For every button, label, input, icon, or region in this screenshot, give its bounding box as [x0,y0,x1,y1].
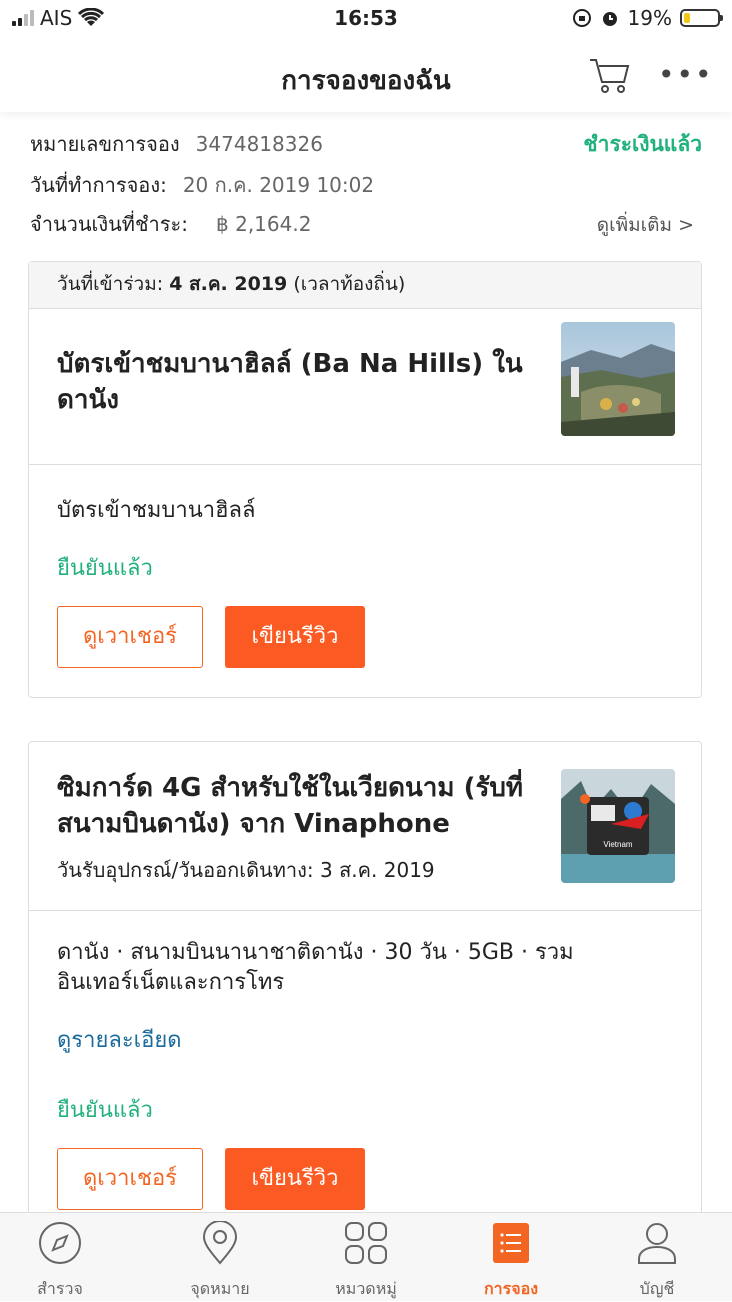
navigation-bar: การจองของฉัน ••• [0,40,732,112]
battery-icon [680,9,723,27]
map-pin-icon [202,1221,238,1265]
item-title[interactable]: ซิมการ์ด 4G สำหรับใช้ในเวียดนาม (รับที่ … [57,770,527,842]
card-divider [29,464,701,465]
tab-label: บัญชี [639,1279,675,1298]
bookings-list-icon [493,1223,529,1263]
tab-label: การจอง [483,1279,539,1298]
booking-amount-label: จำนวนเงินที่ชำระ: [30,212,189,236]
rotation-lock-icon [572,9,591,27]
tab-label: สำรวจ [37,1279,83,1298]
view-voucher-button[interactable]: ดูเวาเชอร์ [57,1148,203,1210]
compass-icon [39,1222,81,1264]
date-label: วันที่เข้าร่วม: [57,273,164,295]
battery-percent: 19% [627,6,672,30]
package-name: บัตรเข้าชมบานาฮิลล์ [57,498,256,523]
tab-explore[interactable]: สำรวจ [0,1213,120,1301]
more-icon[interactable]: ••• [658,60,712,90]
status-bar: AIS 16:53 19% [0,0,732,40]
item-thumbnail[interactable] [561,322,675,436]
tab-bar: สำรวจ จุดหมาย หมวดหมู่ การจอง บัญชี [0,1212,732,1301]
alarm-icon [602,12,617,26]
confirmation-status: ยืนยันแล้ว [57,1098,153,1123]
view-more-link[interactable]: ดูเพิ่มเติม > [597,210,694,240]
status-right: 19% [572,6,723,30]
confirmation-status: ยืนยันแล้ว [57,556,153,581]
view-details-link[interactable]: ดูรายละเอียด [57,1022,182,1057]
booking-item-card: วันที่เข้าร่วม: 4 ส.ค. 2019 (เวลาท้องถิ่… [28,261,702,698]
item-title[interactable]: บัตรเข้าชมบานาฮิลล์ (Ba Na Hills) ใน ดาน… [57,346,527,418]
booking-date: 20 ก.ค. 2019 10:02 [182,173,375,197]
booking-item-card: ซิมการ์ด 4G สำหรับใช้ในเวียดนาม (รับที่ … [28,741,702,1221]
date-value: 4 ส.ค. 2019 [169,273,288,295]
tab-label: จุดหมาย [190,1279,250,1298]
tab-categories[interactable]: หมวดหมู่ [306,1213,426,1301]
user-icon [638,1223,676,1264]
booking-date-row: วันที่ทำการจอง: 20 ก.ค. 2019 10:02 [30,169,702,201]
tab-bookings[interactable]: การจอง [451,1213,571,1301]
pickup-date: วันรับอุปกรณ์/วันออกเดินทาง: 3 ส.ค. 2019 [57,858,435,882]
write-review-button[interactable]: เขียนรีวิว [225,1148,365,1210]
booking-number: 3474818326 [195,132,323,156]
view-voucher-button[interactable]: ดูเวาเชอร์ [57,606,203,668]
item-thumbnail[interactable]: Vietnam [561,769,675,883]
date-note: (เวลาท้องถิ่น) [293,273,406,295]
grid-icon [345,1222,387,1264]
tab-label: หมวดหมู่ [335,1279,397,1298]
tab-destinations[interactable]: จุดหมาย [160,1213,280,1301]
package-name: ดานัง · สนามบินนานาชาติดานัง · 30 วัน · … [57,940,574,995]
booking-number-label: หมายเลขการจอง [30,132,180,156]
thumbnail-caption: Vietnam [603,840,633,849]
booking-date-label: วันที่ทำการจอง: [30,173,167,197]
participation-date: วันที่เข้าร่วม: 4 ส.ค. 2019 (เวลาท้องถิ่… [29,262,701,309]
cart-icon[interactable] [588,56,632,96]
card-divider [29,910,701,911]
tab-account[interactable]: บัญชี [597,1213,717,1301]
write-review-button[interactable]: เขียนรีวิว [225,606,365,668]
payment-status: ชำระเงินแล้ว [583,132,702,156]
booking-amount: ฿ 2,164.2 [216,212,312,236]
